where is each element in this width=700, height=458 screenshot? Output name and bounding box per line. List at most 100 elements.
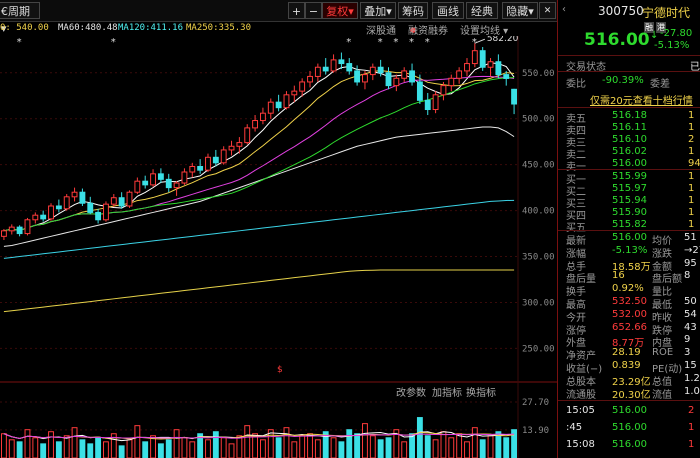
chips-button[interactable]: 筹码● [398, 2, 428, 34]
zoom-out-button[interactable]: − [305, 2, 322, 19]
volume-bar [212, 431, 219, 458]
close-icon[interactable]: ✕ [539, 2, 556, 19]
volume-bar [87, 443, 94, 458]
candle [212, 156, 219, 164]
candle [79, 191, 86, 204]
draw-button[interactable]: 画线 [432, 2, 464, 19]
ma-settings-button[interactable]: 设置均线 ▾ [460, 22, 508, 37]
divider [558, 400, 700, 401]
ask-volume: 1 [688, 110, 695, 121]
ask-volume: 1 [688, 146, 695, 157]
indicator-params-button[interactable]: 改参数 [396, 386, 426, 399]
ask-price: 516.02 [612, 146, 647, 157]
period-label: €周期 [1, 5, 30, 18]
stat-value: 652.66 [612, 321, 647, 333]
ma60-value: MA60:480.48 [58, 23, 118, 33]
stat-value: 532.50 [612, 296, 647, 307]
bid-volume: 1 [688, 195, 695, 206]
candle [377, 66, 384, 74]
adjust-label: 复权 [326, 5, 349, 18]
adjust-select[interactable]: 复权▾ [322, 2, 358, 19]
stat-row: 收益(−) 0.839 PE(动) 15 [558, 360, 700, 375]
promo-row[interactable]: 仅需20元查看十档行情 [558, 92, 700, 107]
bid-price: 515.99 [612, 171, 647, 182]
price-tick-label: 400.00 [522, 207, 555, 217]
stat-row: 净资产 28.19 ROE 3 [558, 347, 700, 362]
stat-value: 15 [684, 360, 697, 371]
divider [558, 169, 700, 170]
candle [95, 211, 102, 221]
tab-deep-connect[interactable]: 深股通 [366, 22, 396, 37]
bid-level-row: 买四 515.90 1 [558, 207, 700, 222]
trade-status-row: 交易状态 已 [558, 58, 700, 73]
price-tick-label: 300.00 [522, 298, 555, 308]
promo-link[interactable]: 仅需20元查看十档行情 [590, 92, 693, 107]
candle [424, 99, 431, 111]
candle [267, 101, 274, 114]
tick-price: 516.00 [612, 422, 647, 433]
stat-value: 20.30亿 [612, 389, 651, 401]
hide-select[interactable]: 隐藏▾ [502, 2, 538, 19]
classic-button[interactable]: 经典 [466, 2, 498, 19]
kline-chart[interactable]: 550.00 500.00 450.00 400.00 350.00 300.00 250.… [0, 36, 557, 458]
candle [134, 180, 141, 193]
volume-bar [299, 435, 306, 458]
bid-price: 515.94 [612, 195, 647, 206]
candle [236, 142, 243, 147]
stat-value: 0.92% [612, 283, 644, 295]
candle [440, 85, 447, 96]
overlay-select[interactable]: 叠加▾ [360, 2, 396, 19]
stat-value: 95 [684, 257, 697, 269]
price-change: -27.80 [660, 28, 693, 39]
candle [291, 90, 298, 96]
volume-bar [8, 439, 15, 458]
candle [299, 81, 306, 92]
stock-header: ‹ 300750 宁德时代 [558, 4, 700, 20]
weibi-label: 委比 [566, 79, 586, 90]
event-marker-icon: * [346, 37, 351, 48]
candle [8, 226, 15, 232]
period-select[interactable]: €周期 ▾ [0, 2, 40, 35]
stat-row: 涨幅-5.13%涨跌→27 [558, 245, 700, 260]
candle [40, 214, 47, 220]
volume-bar [32, 437, 39, 458]
candle [495, 61, 502, 76]
change-indicator-button[interactable]: 换指标 [466, 386, 496, 399]
volume-bar [362, 423, 368, 458]
candle [48, 205, 54, 220]
candle [479, 50, 486, 68]
ma250-line [3, 269, 515, 313]
zoom-in-button[interactable]: + [288, 2, 305, 19]
ask-volume: 94 [688, 158, 700, 169]
volume-bar [503, 437, 510, 458]
tick-row: 15:08 516.00 1 [558, 439, 700, 451]
volume-bar [440, 431, 447, 458]
volume-bar [40, 443, 47, 458]
panel-chevron-icon[interactable]: ‹ [562, 4, 566, 15]
volume-bar [346, 429, 353, 458]
candle [464, 63, 470, 72]
bid-volume: 1 [688, 207, 695, 218]
candle [432, 94, 439, 111]
volume-bar [259, 439, 266, 458]
tick-time: :45 [566, 422, 583, 433]
bid-level-row: 买三 515.94 1 [558, 195, 700, 210]
candle [220, 149, 227, 164]
event-marker-icon: * [378, 37, 383, 48]
volume-bar [55, 441, 62, 458]
ma250-value: MA250:335.30 [186, 23, 252, 33]
ask-volume: 2 [688, 134, 695, 145]
volume-bar [16, 441, 23, 458]
tab-margin[interactable]: 融资融券 [408, 22, 448, 37]
stat-label: 流通股 [566, 389, 596, 401]
stat-label: ROE [652, 347, 674, 359]
add-indicator-button[interactable]: 加指标 [432, 386, 462, 399]
bid-price: 515.97 [612, 183, 647, 194]
candle [393, 77, 400, 87]
candle [283, 94, 290, 109]
candle [0, 230, 7, 237]
tick-volume: 1 [688, 439, 695, 450]
tick-volume: 1 [688, 422, 695, 433]
ask-level-row: 卖二 516.02 1 [558, 146, 700, 161]
tick-row: 15:05 516.00 2 [558, 405, 700, 417]
